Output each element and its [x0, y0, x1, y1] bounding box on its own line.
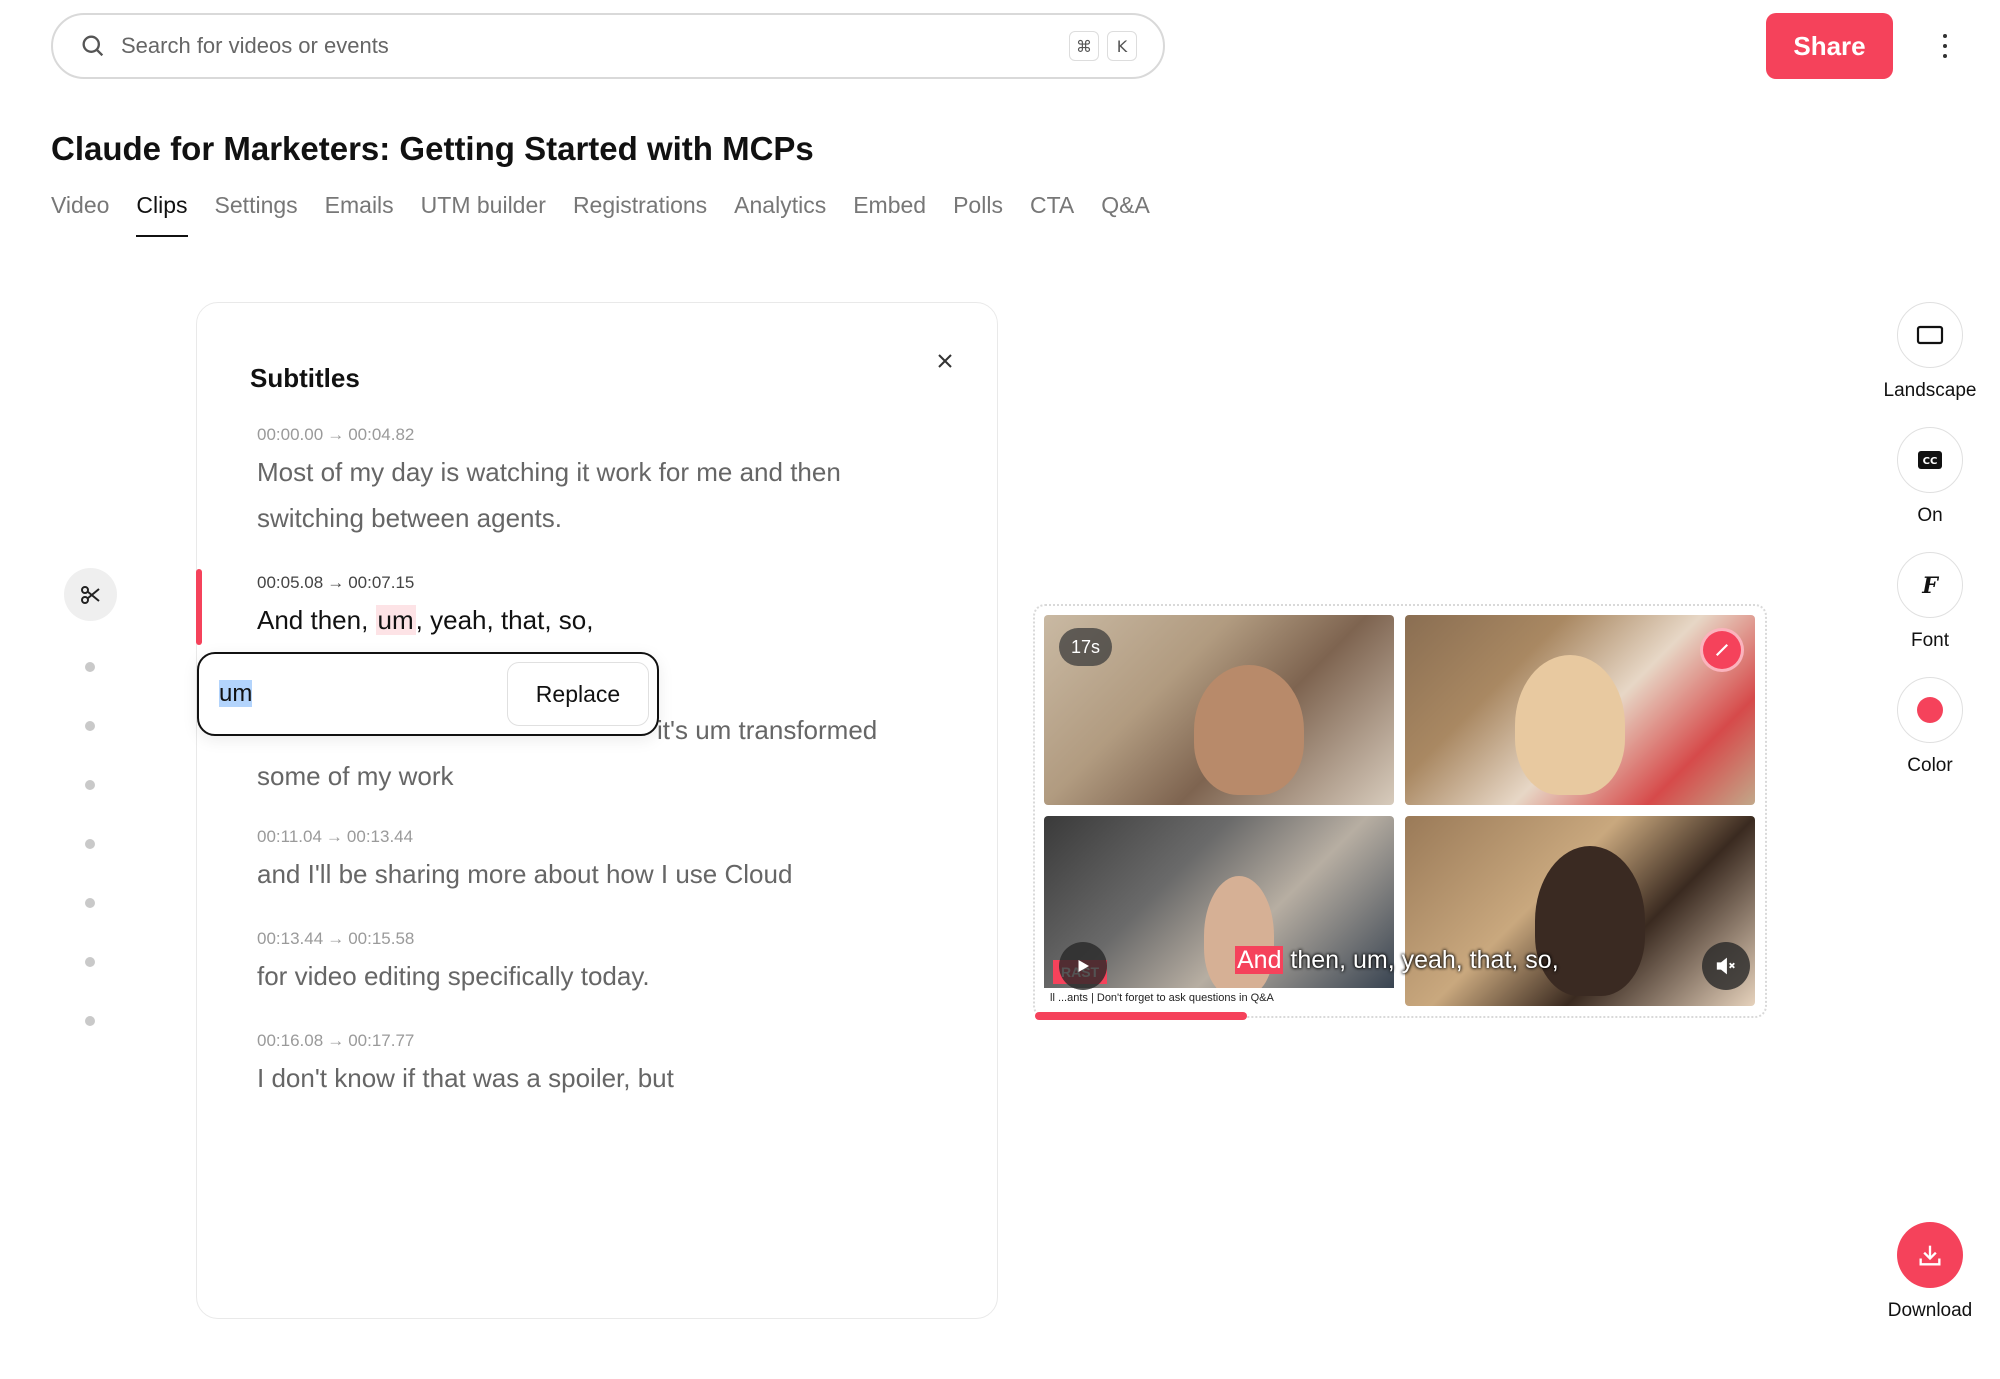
font-tool[interactable]: F Font	[1880, 552, 1980, 652]
tab-emails[interactable]: Emails	[325, 192, 394, 237]
scissors-icon[interactable]	[64, 568, 117, 621]
svg-text:CC: CC	[1923, 456, 1938, 467]
lower-third-ticker: ll ...ants | Don't forget to ask questio…	[1044, 988, 1394, 1008]
segment-time: 00:05.08 → 00:07.15	[257, 573, 415, 592]
tab-cta[interactable]: CTA	[1030, 192, 1074, 237]
subtitle-segment[interactable]: 00:11.04 → 00:13.44 and I'll be sharing mo…	[257, 827, 897, 897]
tab-settings[interactable]: Settings	[215, 192, 298, 237]
search-icon	[82, 35, 104, 57]
timeline-dot[interactable]	[85, 957, 95, 967]
mute-icon[interactable]	[1702, 942, 1750, 990]
timeline-dot[interactable]	[85, 1016, 95, 1026]
subtitles-title: Subtitles	[250, 363, 360, 393]
landscape-tool[interactable]: Landscape	[1880, 302, 1980, 402]
share-button[interactable]: Share	[1766, 13, 1893, 79]
subtitle-segment[interactable]: 00:16.08 → 00:17.77 I don't know if that w…	[257, 1031, 897, 1101]
timeline-dot[interactable]	[85, 839, 95, 849]
replace-word-popup: um Replace	[197, 652, 659, 736]
segment-time: 00:16.08 → 00:17.77	[257, 1031, 415, 1050]
search-placeholder[interactable]: Search for videos or events	[121, 33, 1061, 59]
highlighted-word[interactable]: um	[375, 605, 416, 635]
subtitle-segment[interactable]: 00:13.44 → 00:15.58 for video editing spec…	[257, 929, 897, 999]
svg-text:F: F	[1921, 573, 1939, 598]
font-icon[interactable]: F	[1897, 552, 1963, 618]
color-dot-icon[interactable]	[1897, 677, 1963, 743]
video-tile	[1405, 816, 1755, 1006]
tab-video[interactable]: Video	[51, 192, 109, 237]
segment-time: 00:00.00 → 00:04.82	[257, 425, 415, 444]
font-label: Font	[1910, 630, 1950, 651]
tab-clips[interactable]: Clips	[136, 192, 188, 237]
segment-time: 00:13.44 → 00:15.58	[257, 929, 415, 948]
color-label: Color	[1907, 755, 1953, 776]
segment-text[interactable]: some of my work	[257, 753, 897, 799]
color-tool[interactable]: Color	[1880, 677, 1980, 777]
captions-tool[interactable]: CC On	[1880, 427, 1980, 527]
close-icon[interactable]	[933, 349, 957, 373]
tab-utm-builder[interactable]: UTM builder	[421, 192, 546, 237]
subtitle-segment-active[interactable]: 00:05.08 → 00:07.15 And then, um, yeah, th…	[257, 573, 897, 643]
video-preview[interactable]: RAST ll ...ants | Don't forget to ask qu…	[1033, 604, 1767, 1020]
page-title: Claude for Marketers: Getting Started wi…	[51, 130, 814, 167]
download-icon[interactable]	[1897, 1222, 1963, 1288]
tab-polls[interactable]: Polls	[953, 192, 1003, 237]
segment-text[interactable]: And then, um, yeah, that, so,	[257, 597, 897, 643]
timeline-dot[interactable]	[85, 898, 95, 908]
segment-text[interactable]: for video editing specifically today.	[257, 953, 897, 999]
edit-icon[interactable]	[1700, 628, 1744, 672]
tab-qa[interactable]: Q&A	[1101, 192, 1150, 237]
download-tool[interactable]: Download	[1880, 1222, 1980, 1322]
cc-icon[interactable]: CC	[1897, 427, 1963, 493]
search-bar[interactable]: Search for videos or events ⌘ K	[51, 13, 1165, 79]
video-caption: And then, um, yeah, that, so,	[1235, 946, 1559, 974]
segment-text[interactable]: I don't know if that was a spoiler, but	[257, 1055, 897, 1101]
tab-bar: Video Clips Settings Emails UTM builder …	[51, 192, 1177, 237]
timeline-dot[interactable]	[85, 721, 95, 731]
replace-button[interactable]: Replace	[507, 662, 649, 726]
subtitle-segment[interactable]: 00:00.00 → 00:04.82 Most of my day is watc…	[257, 425, 897, 541]
k-key-badge: K	[1107, 31, 1137, 61]
timeline-dot[interactable]	[85, 662, 95, 672]
play-icon[interactable]	[1059, 942, 1107, 990]
segment-text[interactable]: and I'll be sharing more about how I use…	[257, 851, 897, 897]
tab-embed[interactable]: Embed	[853, 192, 926, 237]
landscape-label: Landscape	[1883, 380, 1977, 401]
more-options-icon[interactable]	[1935, 30, 1955, 62]
video-progress-bar[interactable]	[1035, 1012, 1765, 1020]
duration-badge: 17s	[1059, 628, 1113, 666]
command-key-badge: ⌘	[1069, 31, 1099, 61]
segment-time: 00:11.04 → 00:13.44	[257, 827, 414, 846]
subtitles-panel: Subtitles 00:00.00 → 00:04.82 Most of my d…	[196, 302, 998, 1319]
captions-label: On	[1917, 505, 1943, 526]
tab-analytics[interactable]: Analytics	[734, 192, 826, 237]
timeline-dot[interactable]	[85, 780, 95, 790]
tab-registrations[interactable]: Registrations	[573, 192, 707, 237]
landscape-icon[interactable]	[1897, 302, 1963, 368]
download-label: Download	[1887, 1300, 1973, 1321]
active-segment-indicator	[196, 569, 202, 645]
replace-input[interactable]: um	[219, 680, 507, 708]
segment-text[interactable]: Most of my day is watching it work for m…	[257, 449, 897, 541]
video-progress-fill	[1035, 1012, 1247, 1020]
